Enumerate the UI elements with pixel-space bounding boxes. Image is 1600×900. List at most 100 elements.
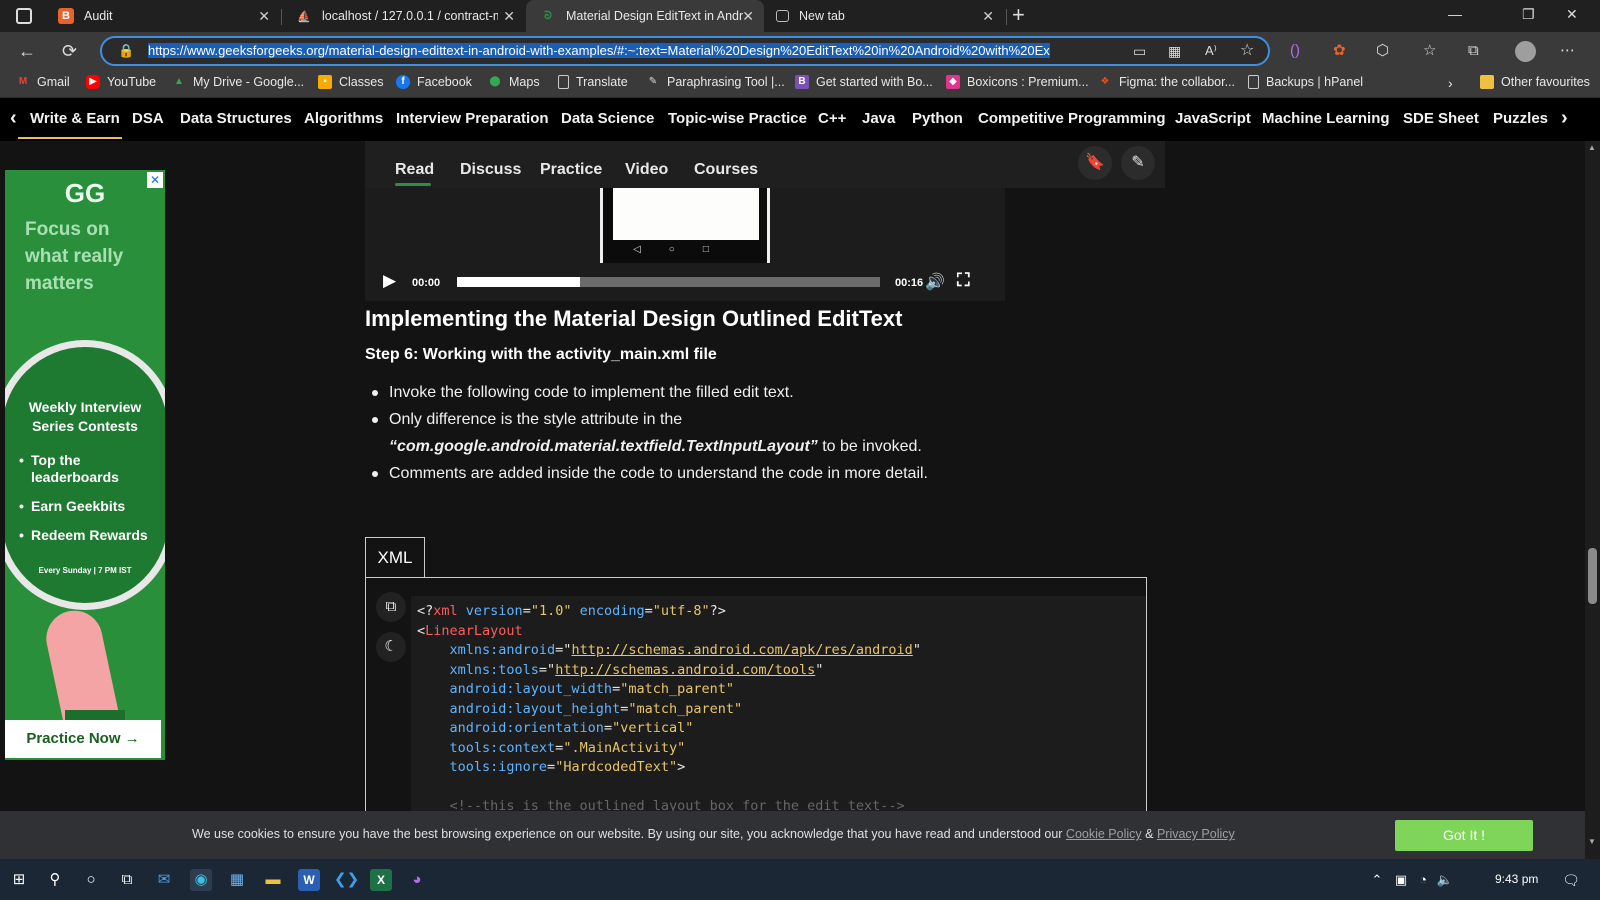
code-link[interactable]: http://schemas.android.com/tools	[555, 662, 815, 678]
restore-icon[interactable]: ❐	[1522, 6, 1535, 23]
nav-competitive-programming[interactable]: Competitive Programming	[978, 110, 1166, 127]
fullscreen-icon[interactable]: ⛶	[957, 270, 970, 291]
copy-icon[interactable]: ⧉	[376, 592, 406, 622]
store-icon[interactable]: ▦	[226, 869, 248, 891]
mail-icon[interactable]: ✉	[153, 869, 175, 891]
wifi-icon[interactable]: ◔	[1412, 869, 1434, 891]
file-explorer-icon[interactable]: ▬	[262, 869, 284, 891]
close-icon[interactable]: ✕	[258, 8, 270, 25]
profile-avatar[interactable]	[1515, 41, 1536, 62]
tab-discuss[interactable]: Discuss	[460, 161, 521, 179]
edit-pencil-icon[interactable]: ✎	[1121, 146, 1155, 180]
bookmark-paraphrasing[interactable]: ✎ Paraphrasing Tool |...	[646, 75, 785, 89]
device-icon[interactable]: ▣	[1390, 869, 1412, 891]
new-tab-plus-icon[interactable]: +	[1012, 2, 1025, 28]
play-icon[interactable]: ▶	[383, 271, 396, 291]
collections-icon[interactable]: ⧉	[1468, 41, 1479, 61]
extensions-puzzle-icon[interactable]: ⬡	[1376, 41, 1389, 61]
video-progress-bar[interactable]	[457, 277, 880, 287]
tab-new-tab[interactable]: New tab ✕	[766, 0, 1004, 32]
bookmark-backups[interactable]: Backups | hPanel	[1248, 75, 1363, 89]
nav-sde-sheet[interactable]: SDE Sheet	[1403, 110, 1479, 127]
word-icon[interactable]: W	[298, 869, 320, 891]
volume-icon[interactable]: 🔊	[925, 272, 945, 292]
nav-topic-wise-practice[interactable]: Topic-wise Practice	[668, 110, 807, 127]
nav-javascript[interactable]: JavaScript	[1175, 110, 1251, 127]
nav-cpp[interactable]: C++	[818, 110, 846, 127]
privacy-policy-link[interactable]: Privacy Policy	[1157, 827, 1235, 841]
nav-java[interactable]: Java	[862, 110, 895, 127]
bookmark-figma[interactable]: ❖ Figma: the collabor...	[1098, 75, 1236, 89]
bookmark-boxicons[interactable]: ◆ Boxicons : Premium...	[946, 75, 1089, 89]
scroll-down-arrow-icon[interactable]: ▼	[1588, 837, 1596, 846]
scroll-up-arrow-icon[interactable]: ▲	[1588, 143, 1596, 152]
bookmark-youtube[interactable]: ▶ YouTube	[86, 75, 156, 89]
cookie-policy-link[interactable]: Cookie Policy	[1066, 827, 1142, 841]
extension-icon[interactable]: ()	[1290, 41, 1300, 61]
tab-localhost[interactable]: ⛵ localhost / 127.0.0.1 / contract-m ✕	[282, 0, 525, 32]
nav-left-chevron-icon[interactable]: ‹	[10, 107, 17, 130]
bookmark-classes[interactable]: ▪ Classes	[318, 75, 383, 89]
close-icon[interactable]: ✕	[982, 8, 994, 25]
practice-ad-banner[interactable]: ✕ GG Focus on what really matters Weekly…	[5, 170, 165, 760]
tab-material-design[interactable]: ᘐ Material Design EditText in Andr ✕	[526, 0, 764, 32]
task-view-icon[interactable]: ⧉	[116, 869, 138, 891]
practice-now-button[interactable]: Practice Now →	[5, 720, 161, 758]
refresh-icon[interactable]: ⟳	[62, 41, 77, 61]
tab-practice[interactable]: Practice	[540, 161, 602, 179]
nav-python[interactable]: Python	[912, 110, 963, 127]
tab-actions-icon[interactable]	[16, 8, 32, 24]
address-bar[interactable]: 🔒 https://www.geeksforgeeks.org/material…	[100, 36, 1270, 66]
more-menu-icon[interactable]: ⋯	[1560, 41, 1575, 61]
tab-read[interactable]: Read	[395, 161, 434, 179]
bookmark-my-drive[interactable]: ▲ My Drive - Google...	[172, 75, 304, 89]
add-favorite-icon[interactable]: ☆	[1240, 41, 1254, 61]
video-player[interactable]: ◁○□ ▶ 00:00 00:16 🔊 ⛶	[365, 188, 1005, 301]
bookmarks-overflow-chevron-icon[interactable]: ›	[1448, 75, 1453, 91]
bookmark-maps[interactable]: ⬤ Maps	[488, 75, 539, 89]
dark-mode-moon-icon[interactable]: ☾	[376, 632, 406, 662]
window-close-icon[interactable]: ✕	[1566, 6, 1578, 23]
bookmark-icon[interactable]: 🔖	[1078, 146, 1112, 180]
bookmark-bootstrap[interactable]: B Get started with Bo...	[795, 75, 933, 89]
nav-interview-preparation[interactable]: Interview Preparation	[396, 110, 549, 127]
nav-puzzles[interactable]: Puzzles	[1493, 110, 1548, 127]
taskbar-clock[interactable]: 9:43 pm	[1495, 872, 1538, 886]
minimize-icon[interactable]: —	[1448, 6, 1462, 22]
search-icon[interactable]: ⚲	[44, 869, 66, 891]
edge-icon[interactable]: ◉	[190, 869, 212, 891]
tab-video[interactable]: Video	[625, 161, 668, 179]
apps-icon[interactable]: ▦	[1168, 41, 1181, 61]
nav-write-earn[interactable]: Write & Earn	[30, 110, 120, 127]
split-screen-icon[interactable]: ▭	[1133, 41, 1146, 61]
back-icon[interactable]: ←	[18, 41, 36, 61]
cortana-icon[interactable]: ○	[80, 869, 102, 891]
favorites-icon[interactable]: ☆	[1423, 41, 1436, 61]
nav-dsa[interactable]: DSA	[132, 110, 164, 127]
close-icon[interactable]: ✕	[742, 8, 754, 25]
url-text[interactable]: https://www.geeksforgeeks.org/material-d…	[148, 43, 1228, 61]
code-language-tab[interactable]: XML	[365, 537, 425, 578]
read-aloud-icon[interactable]: A⁾	[1205, 41, 1217, 61]
nav-right-chevron-icon[interactable]: ›	[1561, 107, 1568, 130]
bookmark-translate[interactable]: Translate	[558, 75, 628, 89]
nav-machine-learning[interactable]: Machine Learning	[1262, 110, 1390, 127]
tray-chevron-icon[interactable]: ⌃	[1366, 869, 1388, 891]
tab-audit[interactable]: B Audit ✕	[48, 0, 280, 32]
close-icon[interactable]: ✕	[503, 8, 515, 25]
excel-icon[interactable]: X	[370, 869, 392, 891]
code-link[interactable]: http://schemas.android.com/apk/res/andro…	[571, 642, 912, 658]
messenger-icon[interactable]: ◕	[406, 869, 428, 891]
page-scrollbar[interactable]: ▲ ▼	[1585, 141, 1600, 859]
other-favourites-folder[interactable]: Other favourites	[1480, 75, 1590, 89]
scrollbar-thumb[interactable]	[1588, 548, 1597, 604]
vscode-icon[interactable]: ❮❯	[334, 869, 359, 891]
nav-algorithms[interactable]: Algorithms	[304, 110, 383, 127]
cookie-extension-icon[interactable]: ✿	[1333, 41, 1346, 61]
windows-start-icon[interactable]: ⊞	[8, 869, 30, 891]
bookmark-facebook[interactable]: f Facebook	[396, 75, 472, 89]
speaker-icon[interactable]: 🔈	[1434, 869, 1456, 891]
notifications-icon[interactable]: 🗨	[1560, 869, 1582, 891]
bookmark-gmail[interactable]: M Gmail	[16, 75, 70, 89]
tab-courses[interactable]: Courses	[694, 161, 758, 179]
